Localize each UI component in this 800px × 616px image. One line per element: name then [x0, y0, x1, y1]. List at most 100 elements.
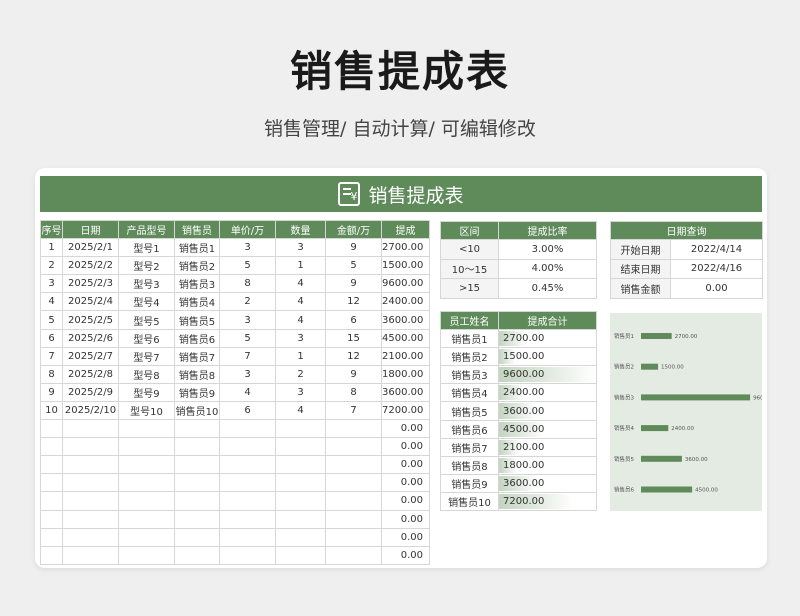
date-cell[interactable] — [62, 509, 119, 529]
model-cell[interactable] — [118, 491, 175, 511]
index-cell[interactable] — [40, 473, 63, 493]
unit-price-cell[interactable] — [219, 455, 276, 475]
header-cell[interactable]: 金额/万 — [325, 219, 382, 240]
employee-name-cell[interactable]: 销售员9 — [440, 473, 499, 493]
model-cell[interactable]: 型号5 — [118, 310, 175, 330]
model-cell[interactable]: 型号8 — [118, 364, 175, 384]
unit-price-cell[interactable]: 2 — [219, 292, 276, 312]
index-cell[interactable]: 1 — [40, 238, 63, 258]
model-cell[interactable] — [118, 545, 175, 565]
commission-cell[interactable]: 0.00 — [381, 419, 430, 439]
quantity-cell[interactable] — [275, 509, 326, 529]
quantity-cell[interactable] — [275, 545, 326, 565]
header-cell[interactable]: 单价/万 — [219, 219, 276, 240]
quantity-cell[interactable]: 4 — [275, 310, 326, 330]
date-cell[interactable]: 2025/2/5 — [62, 310, 119, 330]
unit-price-cell[interactable] — [219, 419, 276, 439]
commission-total-cell[interactable]: 9600.00 — [498, 365, 597, 385]
model-cell[interactable]: 型号4 — [118, 292, 175, 312]
salesperson-cell[interactable]: 销售员5 — [174, 310, 220, 330]
commission-total-cell[interactable]: 1800.00 — [498, 455, 597, 475]
header-cell[interactable]: 序号 — [40, 219, 63, 240]
index-cell[interactable]: 7 — [40, 346, 63, 366]
model-cell[interactable]: 型号9 — [118, 382, 175, 402]
quantity-cell[interactable]: 4 — [275, 274, 326, 294]
date-cell[interactable] — [62, 455, 119, 475]
amount-cell[interactable]: 6 — [325, 310, 382, 330]
date-cell[interactable] — [62, 419, 119, 439]
salesperson-cell[interactable] — [174, 437, 220, 457]
header-cell[interactable]: 提成 — [381, 219, 430, 240]
range-cell[interactable]: >15 — [440, 278, 499, 299]
commission-cell[interactable]: 0.00 — [381, 437, 430, 457]
salesperson-cell[interactable] — [174, 419, 220, 439]
salesperson-cell[interactable]: 销售员2 — [174, 256, 220, 276]
date-cell[interactable] — [62, 473, 119, 493]
index-cell[interactable] — [40, 437, 63, 457]
commission-cell[interactable]: 2700.00 — [381, 238, 430, 258]
index-cell[interactable]: 6 — [40, 328, 63, 348]
employee-name-cell[interactable]: 销售员5 — [440, 401, 499, 421]
commission-total-cell[interactable]: 3600.00 — [498, 473, 597, 493]
model-cell[interactable] — [118, 419, 175, 439]
unit-price-cell[interactable]: 7 — [219, 346, 276, 366]
salesperson-cell[interactable] — [174, 545, 220, 565]
employee-name-cell[interactable]: 销售员2 — [440, 347, 499, 367]
rate-cell[interactable]: 3.00% — [498, 239, 597, 260]
amount-cell[interactable]: 9 — [325, 364, 382, 384]
salesperson-cell[interactable]: 销售员9 — [174, 382, 220, 402]
quantity-cell[interactable]: 1 — [275, 256, 326, 276]
salesperson-cell[interactable] — [174, 473, 220, 493]
amount-cell[interactable] — [325, 419, 382, 439]
index-cell[interactable] — [40, 545, 63, 565]
salesperson-cell[interactable]: 销售员4 — [174, 292, 220, 312]
commission-total-cell[interactable]: 2100.00 — [498, 437, 597, 457]
salesperson-cell[interactable]: 销售员3 — [174, 274, 220, 294]
commission-cell[interactable]: 2400.00 — [381, 292, 430, 312]
salesperson-cell[interactable]: 销售员10 — [174, 400, 220, 421]
model-cell[interactable]: 型号10 — [118, 400, 175, 421]
amount-cell[interactable] — [325, 491, 382, 511]
commission-cell[interactable]: 1800.00 — [381, 364, 430, 384]
date-cell[interactable]: 2025/2/4 — [62, 292, 119, 312]
commission-cell[interactable]: 9600.00 — [381, 274, 430, 294]
employee-name-cell[interactable]: 销售员4 — [440, 383, 499, 403]
date-cell[interactable] — [62, 437, 119, 457]
quantity-cell[interactable]: 3 — [275, 238, 326, 258]
unit-price-cell[interactable] — [219, 527, 276, 547]
unit-price-cell[interactable] — [219, 509, 276, 529]
commission-cell[interactable]: 3600.00 — [381, 310, 430, 330]
employee-name-cell[interactable]: 销售员3 — [440, 365, 499, 385]
commission-cell[interactable]: 0.00 — [381, 527, 430, 547]
commission-total-cell[interactable]: 3600.00 — [498, 401, 597, 421]
salesperson-cell[interactable] — [174, 455, 220, 475]
index-cell[interactable]: 5 — [40, 310, 63, 330]
quantity-cell[interactable] — [275, 437, 326, 457]
salesperson-cell[interactable] — [174, 527, 220, 547]
unit-price-cell[interactable] — [219, 545, 276, 565]
salesperson-cell[interactable]: 销售员8 — [174, 364, 220, 384]
employee-name-cell[interactable]: 销售员8 — [440, 455, 499, 475]
quantity-cell[interactable]: 4 — [275, 292, 326, 312]
commission-total-cell[interactable]: 4500.00 — [498, 419, 597, 439]
bar[interactable] — [641, 363, 659, 370]
amount-cell[interactable] — [325, 527, 382, 547]
model-cell[interactable] — [118, 455, 175, 475]
unit-price-cell[interactable]: 4 — [219, 382, 276, 402]
bar[interactable] — [641, 425, 669, 432]
salesperson-cell[interactable]: 销售员7 — [174, 346, 220, 366]
index-cell[interactable]: 10 — [40, 400, 63, 421]
header-cell[interactable]: 提成比率 — [498, 220, 597, 241]
model-cell[interactable]: 型号3 — [118, 274, 175, 294]
commission-cell[interactable]: 0.00 — [381, 473, 430, 493]
unit-price-cell[interactable] — [219, 437, 276, 457]
model-cell[interactable] — [118, 437, 175, 457]
model-cell[interactable] — [118, 509, 175, 529]
date-cell[interactable] — [62, 491, 119, 511]
amount-cell[interactable] — [325, 545, 382, 565]
quantity-cell[interactable]: 3 — [275, 328, 326, 348]
bar[interactable] — [641, 486, 693, 493]
unit-price-cell[interactable]: 3 — [219, 364, 276, 384]
date-cell[interactable]: 2025/2/10 — [62, 400, 119, 421]
index-cell[interactable]: 3 — [40, 274, 63, 294]
